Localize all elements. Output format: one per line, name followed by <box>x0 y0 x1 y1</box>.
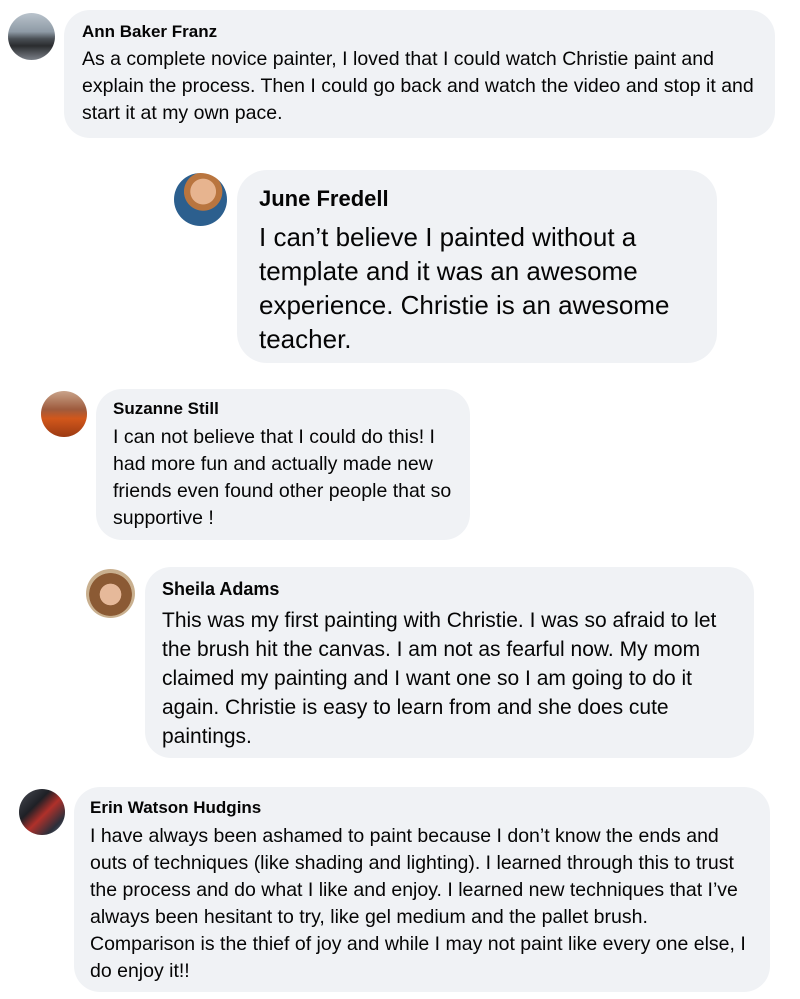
avatar[interactable] <box>174 173 227 226</box>
comment-bubble: Suzanne Still I can not believe that I c… <box>96 389 470 540</box>
comment-text: I can’t believe I painted without a temp… <box>259 222 670 354</box>
comment-text: I have always been ashamed to paint beca… <box>90 825 746 982</box>
comment-text: I can not believe that I could do this! … <box>113 426 452 529</box>
comment-author[interactable]: Suzanne Still <box>113 399 452 419</box>
comment-text: As a complete novice painter, I loved th… <box>82 48 754 124</box>
avatar[interactable] <box>19 789 65 835</box>
avatar[interactable] <box>86 569 135 618</box>
comment-text: This was my first painting with Christie… <box>162 609 717 748</box>
comment-bubble: Erin Watson Hudgins I have always been a… <box>74 787 770 992</box>
comment-author[interactable]: Ann Baker Franz <box>82 22 757 42</box>
avatar[interactable] <box>41 391 87 437</box>
comment-author[interactable]: Erin Watson Hudgins <box>90 798 752 818</box>
comment-bubble: Sheila Adams This was my first painting … <box>145 567 754 758</box>
comment-bubble: June Fredell I can’t believe I painted w… <box>237 170 717 363</box>
comment-author[interactable]: June Fredell <box>259 186 695 212</box>
comment-bubble: Ann Baker Franz As a complete novice pai… <box>64 10 775 138</box>
comment-author[interactable]: Sheila Adams <box>162 579 736 600</box>
avatar[interactable] <box>8 13 55 60</box>
